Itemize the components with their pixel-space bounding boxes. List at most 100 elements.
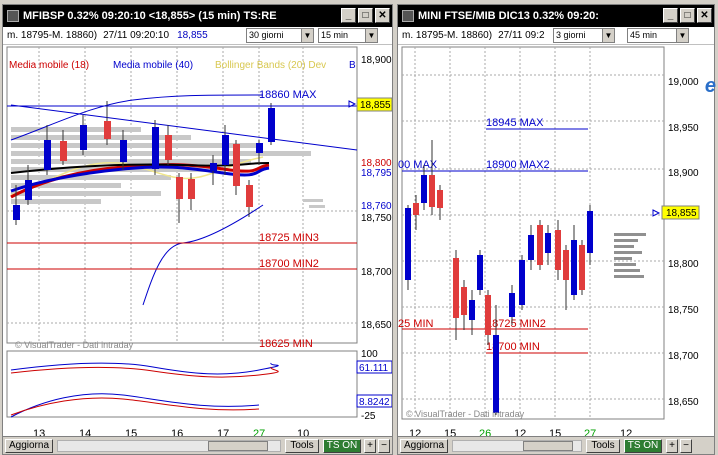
ts-on-button[interactable]: TS ON [323,439,361,453]
candle [256,143,263,153]
right-price-chart[interactable]: 18945 MAX 00 MAX 18900 MAX2 25 MIN 18725… [398,45,714,439]
candle [429,175,435,207]
chevron-down-icon: ▼ [676,29,688,42]
chevron-down-icon: ▼ [301,29,313,42]
level-min2-label: 18700 MIN2 [259,258,319,270]
legend-ma40: Media mobile (40) [113,60,193,71]
candle [210,163,217,171]
price-label: 18,760 [361,201,392,212]
left-period-select[interactable]: 30 giorni ▼ [246,28,314,43]
right-bottom-bar: Aggiorna Tools TS ON + − [398,436,714,454]
minimize-icon[interactable]: _ [663,8,678,23]
left-title-bar[interactable]: MFIBSP 0.32% 09:20:10 <18,855> (15 min) … [3,5,392,27]
candle [80,125,87,150]
candle [453,258,459,318]
left-interval-value: 15 min [321,30,349,40]
price-label: 19,000 [668,77,699,88]
right-range-text: m. 18795-M. 18860) [402,30,493,41]
left-watermark: © VisualTrader - Dati intraday [15,340,134,350]
level-max-label: 18860 MAX [259,89,317,101]
candle [268,108,275,142]
left-price-axis: 18,900 18,800 18,795 18,760 18,750 18,70… [361,55,392,331]
osc2-value: 8.8242 [359,397,390,408]
left-info-bar: m. 18795-M. 18860) 27/11 09:20:10 18,855… [3,27,392,45]
candle [176,177,183,199]
left-bottom-bar: Aggiorna Tools TS ON + − [3,436,392,454]
left-scrollbar[interactable] [57,440,281,452]
legend-extra: B [349,60,356,71]
right-chart-window: MINI FTSE/MIB DIC13 0.32% 09:20: _ □ ✕ m… [397,4,716,455]
left-last-price: 18,855 [177,30,208,41]
level-min2-label: 18725 MIN2 [486,318,546,330]
tools-button[interactable]: Tools [285,439,319,453]
price-label: 18,650 [361,320,392,331]
zoom-out-button[interactable]: − [378,439,390,453]
legend-ma18: Media mobile (18) [9,60,89,71]
price-label: 18,795 [361,168,392,179]
chevron-down-icon: ▼ [365,29,377,42]
price-label: 18,700 [361,267,392,278]
price-label: 18,900 [361,55,392,66]
left-interval-select[interactable]: 15 min ▼ [318,28,378,43]
aggiorna-button[interactable]: Aggiorna [400,439,448,453]
right-interval-select[interactable]: 45 min ▼ [627,28,689,43]
left-scroll-thumb[interactable] [208,441,268,451]
candle [537,225,543,265]
minimize-icon[interactable]: _ [341,8,356,23]
chevron-down-icon: ▼ [602,29,614,42]
level-min3-label: 18725 MIN3 [259,232,319,244]
tools-button[interactable]: Tools [586,439,620,453]
right-scroll-thumb[interactable] [523,441,573,451]
close-icon[interactable]: ✕ [375,8,390,23]
left-range-text: m. 18795-M. 18860) [7,30,98,41]
maximize-icon[interactable]: □ [358,8,373,23]
zoom-in-button[interactable]: + [666,439,678,453]
candle [469,300,475,320]
left-price-chart[interactable]: Media mobile (18) Media mobile (40) Boll… [3,45,392,439]
aggiorna-button[interactable]: Aggiorna [5,439,53,453]
right-interval-value: 45 min [630,30,658,40]
ts-on-button[interactable]: TS ON [624,439,662,453]
candle [152,127,159,169]
price-label: 18,650 [668,397,699,408]
app-icon [7,10,19,22]
candle [104,121,111,139]
right-info-bar: m. 18795-M. 18860) 27/11 09:2 3 giorni ▼… [398,27,714,45]
osc-label: -25 [361,411,376,422]
left-current-price: 18,855 [360,100,391,111]
right-price-axis: 19,000 18,950 18,900 18,800 18,750 18,70… [668,77,699,408]
close-icon[interactable]: ✕ [697,8,712,23]
osc-value: 61.111 [359,363,389,374]
candle [477,255,483,290]
candle [509,293,515,317]
candle [545,233,551,253]
candle [413,203,419,215]
zoom-out-button[interactable]: − [680,439,692,453]
candle [44,140,51,170]
right-period-select[interactable]: 3 giorni ▼ [553,28,615,43]
candle [165,135,172,160]
right-period-value: 3 giorni [556,30,586,40]
right-title-bar[interactable]: MINI FTSE/MIB DIC13 0.32% 09:20: _ □ ✕ [398,5,714,27]
price-label: 18,750 [668,305,699,316]
candle [493,335,499,413]
candle [437,190,443,208]
price-label: 18,900 [668,168,699,179]
right-current-price: 18,855 [666,208,697,219]
right-time-text: 27/11 09:2 [498,30,545,41]
candle [421,175,427,203]
legend-bollinger: Bollinger Bands (20) Dev [215,60,326,71]
right-window-title: MINI FTSE/MIB DIC13 0.32% 09:20: [418,10,599,22]
left-chart-window: MFIBSP 0.32% 09:20:10 <18,855> (15 min) … [2,4,393,455]
app-icon [402,10,414,22]
level-max2-label: 18900 MAX2 [486,159,550,171]
candle [25,180,32,200]
candle [188,179,195,199]
candle [246,185,253,207]
candle [555,230,561,270]
level-min-partial-label: 25 MIN [398,318,434,330]
right-scrollbar[interactable] [452,440,582,452]
zoom-in-button[interactable]: + [364,439,376,453]
maximize-icon[interactable]: □ [680,8,695,23]
candle [60,141,67,161]
